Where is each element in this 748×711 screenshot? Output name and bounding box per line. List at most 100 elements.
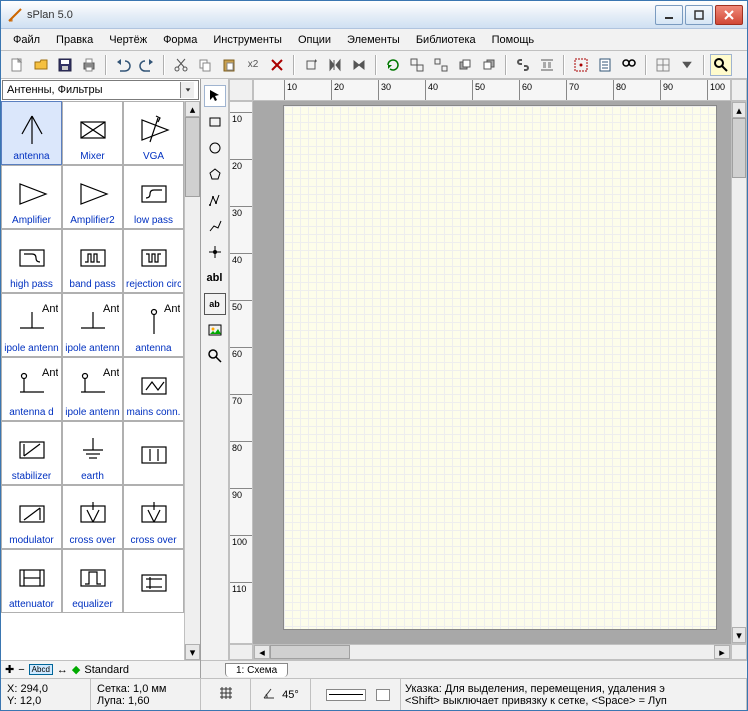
mirror-v-button[interactable] — [348, 54, 370, 76]
redo-button[interactable] — [136, 54, 158, 76]
image-tool[interactable] — [204, 319, 226, 341]
canvas-vscroll[interactable]: ▴▾ — [731, 101, 747, 644]
library-item[interactable]: earth — [62, 421, 123, 485]
library-item-label: Amplifier2 — [70, 215, 114, 226]
angle-icon[interactable] — [262, 686, 276, 703]
node-tool[interactable] — [204, 241, 226, 263]
front-button[interactable] — [454, 54, 476, 76]
sheet-tab-1[interactable]: 1: Схема — [225, 663, 288, 677]
library-item[interactable]: cross over — [62, 485, 123, 549]
group-button[interactable] — [406, 54, 428, 76]
library-item[interactable]: mains conn. — [123, 357, 184, 421]
special-tool[interactable] — [204, 189, 226, 211]
status-coord-x: X: 294,0 — [7, 683, 84, 695]
undo-button[interactable] — [112, 54, 134, 76]
library-scrollbar[interactable]: ▴ ▾ — [184, 101, 200, 660]
canvas-hscroll[interactable]: ◂▸ — [253, 644, 731, 660]
new-button[interactable] — [6, 54, 28, 76]
library-item[interactable]: Ant0ipole antenn — [62, 357, 123, 421]
library-item[interactable]: Amplifier2 — [62, 165, 123, 229]
minimize-button[interactable] — [655, 5, 683, 25]
library-item[interactable]: high pass — [1, 229, 62, 293]
library-item-label: ipole antenn — [4, 343, 59, 354]
maximize-button[interactable] — [685, 5, 713, 25]
copy-button[interactable] — [194, 54, 216, 76]
library-item[interactable]: low pass — [123, 165, 184, 229]
menu-file[interactable]: Файл — [5, 32, 48, 48]
menu-elements[interactable]: Элементы — [339, 32, 408, 48]
refresh-button[interactable] — [382, 54, 404, 76]
line-tool[interactable] — [204, 215, 226, 237]
library-item[interactable]: Mixer — [62, 101, 123, 165]
library-item-label: cross over — [130, 535, 176, 546]
snap-button[interactable] — [570, 54, 592, 76]
back-button[interactable] — [478, 54, 500, 76]
line-style-icon[interactable] — [326, 689, 366, 701]
library-item[interactable]: equalizer — [62, 549, 123, 613]
save-button[interactable] — [54, 54, 76, 76]
menu-shape[interactable]: Форма — [155, 32, 205, 48]
library-category-select[interactable]: Антенны, Фильтры — [2, 80, 199, 100]
minus-icon[interactable]: − — [18, 664, 24, 676]
library-item[interactable]: band pass — [62, 229, 123, 293]
library-item[interactable]: stabilizer — [1, 421, 62, 485]
status-grid: Сетка: 1,0 мм — [97, 683, 194, 695]
menu-help[interactable]: Помощь — [484, 32, 543, 48]
circle-tool[interactable] — [204, 137, 226, 159]
rotate-button[interactable] — [300, 54, 322, 76]
find-button[interactable] — [618, 54, 640, 76]
menu-drawing[interactable]: Чертёж — [101, 32, 155, 48]
svg-text:Ant0: Ant0 — [42, 367, 58, 379]
library-item-label: ipole antenn — [65, 407, 120, 418]
menu-library[interactable]: Библиотека — [408, 32, 484, 48]
duplicate-button[interactable]: x2 — [242, 54, 264, 76]
library-item[interactable]: rejection circ — [123, 229, 184, 293]
link-button[interactable] — [512, 54, 534, 76]
zoom-button[interactable] — [710, 54, 732, 76]
close-button[interactable] — [715, 5, 743, 25]
library-item[interactable] — [123, 549, 184, 613]
library-item[interactable]: attenuator — [1, 549, 62, 613]
library-item[interactable]: modulator — [1, 485, 62, 549]
arrow-icon[interactable]: ↔ — [57, 664, 68, 676]
plus-icon[interactable]: ✚ — [5, 663, 14, 676]
cut-button[interactable] — [170, 54, 192, 76]
open-button[interactable] — [30, 54, 52, 76]
library-item[interactable]: antenna — [1, 101, 62, 165]
canvas[interactable] — [253, 101, 731, 644]
align-button[interactable] — [536, 54, 558, 76]
menu-edit[interactable]: Правка — [48, 32, 101, 48]
dropdown-button[interactable] — [676, 54, 698, 76]
library-item[interactable]: Ant0ipole antenn — [62, 293, 123, 357]
text-tool[interactable]: abl — [204, 267, 226, 289]
library-item[interactable] — [123, 421, 184, 485]
pointer-tool[interactable] — [204, 85, 226, 107]
page[interactable] — [283, 105, 717, 630]
library-item[interactable]: Ant0antenna d — [1, 357, 62, 421]
rect-tool[interactable] — [204, 111, 226, 133]
polygon-tool[interactable] — [204, 163, 226, 185]
menu-tools[interactable]: Инструменты — [205, 32, 290, 48]
grid-icon[interactable] — [219, 686, 233, 703]
grid-button[interactable] — [652, 54, 674, 76]
library-item[interactable]: Amplifier — [1, 165, 62, 229]
library-item[interactable]: cross over — [123, 485, 184, 549]
label-icon[interactable]: Abcd — [29, 664, 53, 675]
ungroup-button[interactable] — [430, 54, 452, 76]
magnifier-tool[interactable] — [204, 345, 226, 367]
scroll-down-icon[interactable]: ▾ — [185, 644, 200, 660]
textframe-tool[interactable]: ab — [204, 293, 226, 315]
library-item[interactable]: Ant0antenna — [123, 293, 184, 357]
library-item[interactable]: VGA — [123, 101, 184, 165]
status-bar: X: 294,0 Y: 12,0 Сетка: 1,0 мм Лупа: 1,6… — [1, 678, 747, 710]
mirror-h-button[interactable] — [324, 54, 346, 76]
scroll-up-icon[interactable]: ▴ — [185, 101, 200, 117]
delete-button[interactable] — [266, 54, 288, 76]
paste-button[interactable] — [218, 54, 240, 76]
fill-style-icon[interactable] — [376, 689, 390, 701]
scrollbar-thumb[interactable] — [185, 117, 200, 197]
library-item[interactable]: Ant0ipole antenn — [1, 293, 62, 357]
list-button[interactable] — [594, 54, 616, 76]
menu-options[interactable]: Опции — [290, 32, 339, 48]
print-button[interactable] — [78, 54, 100, 76]
